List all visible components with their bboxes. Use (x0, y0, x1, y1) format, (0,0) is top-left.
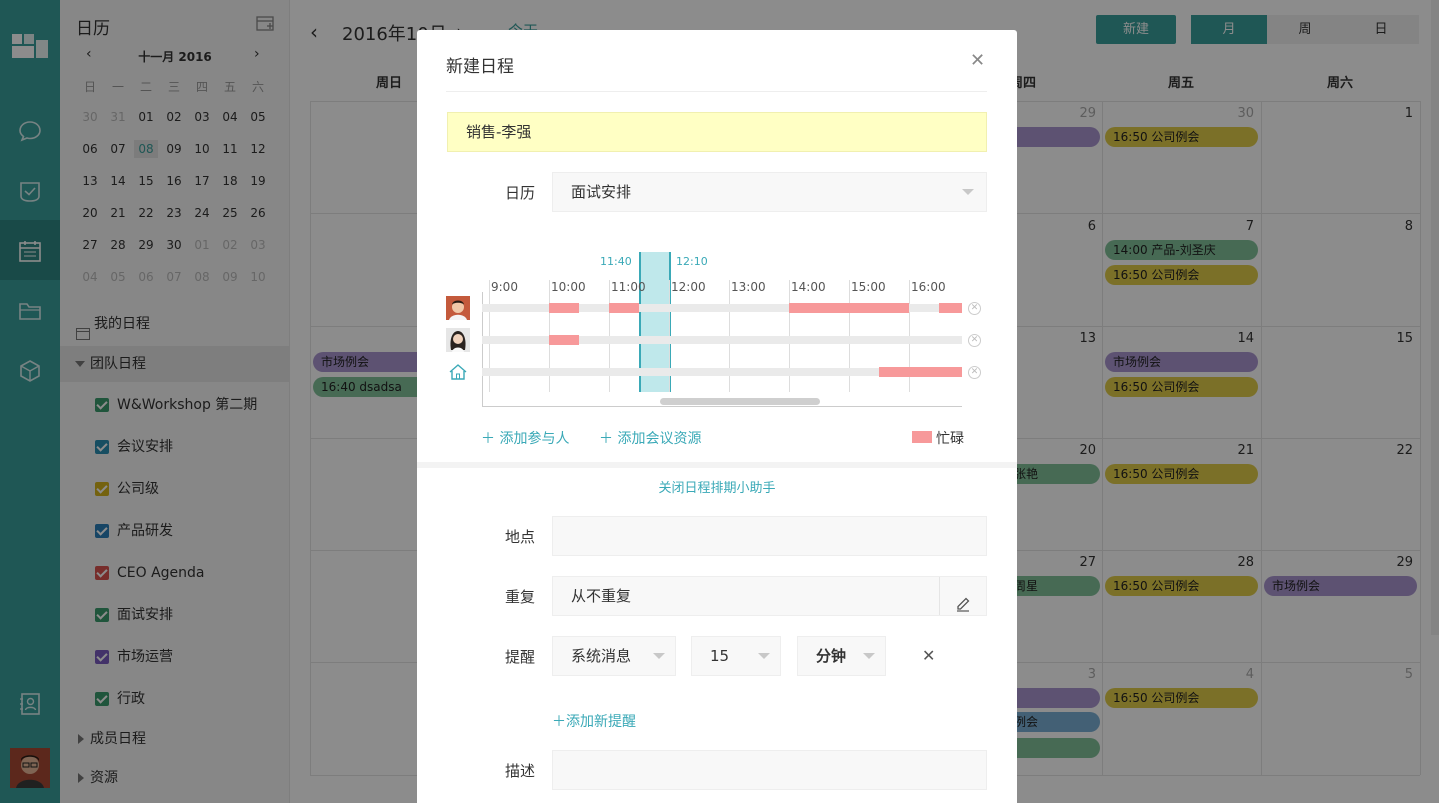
timeline-hour-label: 15:00 (851, 280, 886, 294)
busy-block (609, 303, 639, 313)
edit-pencil-icon[interactable] (955, 588, 971, 612)
event-title-input[interactable]: 销售-李强 (447, 112, 987, 152)
timeline-hour-label: 12:00 (671, 280, 706, 294)
timeline-hour-label: 13:00 (731, 280, 766, 294)
calendar-label: 日历 (505, 184, 536, 202)
busy-block (879, 367, 962, 377)
reminder-label: 提醒 (505, 648, 536, 666)
chevron-down-icon (962, 189, 974, 195)
add-reminder-link[interactable]: ＋添加新提醒 (552, 711, 636, 731)
timeline-hour-label: 14:00 (791, 280, 826, 294)
dialog-title: 新建日程 (446, 57, 514, 77)
busy-legend-label: 忙碌 (936, 431, 964, 447)
close-helper-link[interactable]: 关闭日程排期小助手 (417, 477, 1017, 496)
new-event-dialog: 新建日程 ✕ 销售-李强 日历 面试安排 11:40 12:10 9:00 10:… (417, 30, 1017, 803)
timeline-hour-label: 9:00 (491, 280, 518, 294)
participant-avatar (446, 296, 470, 320)
remove-reminder-icon[interactable]: ✕ (922, 646, 935, 665)
selected-start-time: 11:40 (600, 255, 632, 268)
close-icon[interactable]: ✕ (970, 50, 985, 71)
repeat-field[interactable]: 从不重复 (552, 576, 987, 616)
busy-block (549, 335, 579, 345)
busy-block (789, 303, 909, 313)
reminder-type-select[interactable]: 系统消息 (552, 636, 676, 676)
divider (446, 91, 987, 92)
description-label: 描述 (505, 762, 536, 780)
add-participant-link[interactable]: ＋ 添加参与人 (481, 428, 569, 448)
reminder-unit-value: 分钟 (816, 647, 847, 665)
section-divider (417, 462, 1017, 468)
timeline-hour-label: 10:00 (551, 280, 586, 294)
scheduling-assistant: 11:40 12:10 9:00 10:00 11:00 12:00 13:00 14:0… (446, 252, 987, 412)
location-label: 地点 (505, 528, 536, 546)
location-input[interactable] (552, 516, 987, 556)
timeline-scrollbar[interactable] (660, 398, 820, 405)
calendar-select[interactable]: 面试安排 (552, 172, 987, 212)
timeline-hour-label: 16:00 (911, 280, 946, 294)
remove-participant-icon[interactable]: ✕ (968, 302, 981, 315)
repeat-label: 重复 (505, 588, 536, 606)
chevron-down-icon (653, 653, 665, 659)
reminder-amount-select[interactable]: 15 (691, 636, 781, 676)
selected-end-time: 12:10 (676, 255, 708, 268)
room-resource-icon (448, 363, 468, 381)
timeline-hour-label: 11:00 (611, 280, 646, 294)
busy-legend-swatch (912, 431, 932, 443)
timeline-base (482, 406, 962, 407)
participant-avatar (446, 328, 470, 352)
reminder-unit-select[interactable]: 分钟 (797, 636, 886, 676)
chevron-down-icon (758, 653, 770, 659)
reminder-type-value: 系统消息 (571, 647, 632, 665)
description-input[interactable] (552, 750, 987, 790)
add-resource-link[interactable]: ＋ 添加会议资源 (599, 428, 701, 448)
calendar-select-value: 面试安排 (571, 183, 632, 201)
remove-participant-icon[interactable]: ✕ (968, 334, 981, 347)
chevron-down-icon (863, 653, 875, 659)
divider (939, 577, 940, 615)
busy-block (549, 303, 579, 313)
repeat-value: 从不重复 (571, 587, 632, 605)
busy-block (939, 303, 962, 313)
remove-resource-icon[interactable]: ✕ (968, 366, 981, 379)
reminder-amount-value: 15 (710, 647, 730, 665)
